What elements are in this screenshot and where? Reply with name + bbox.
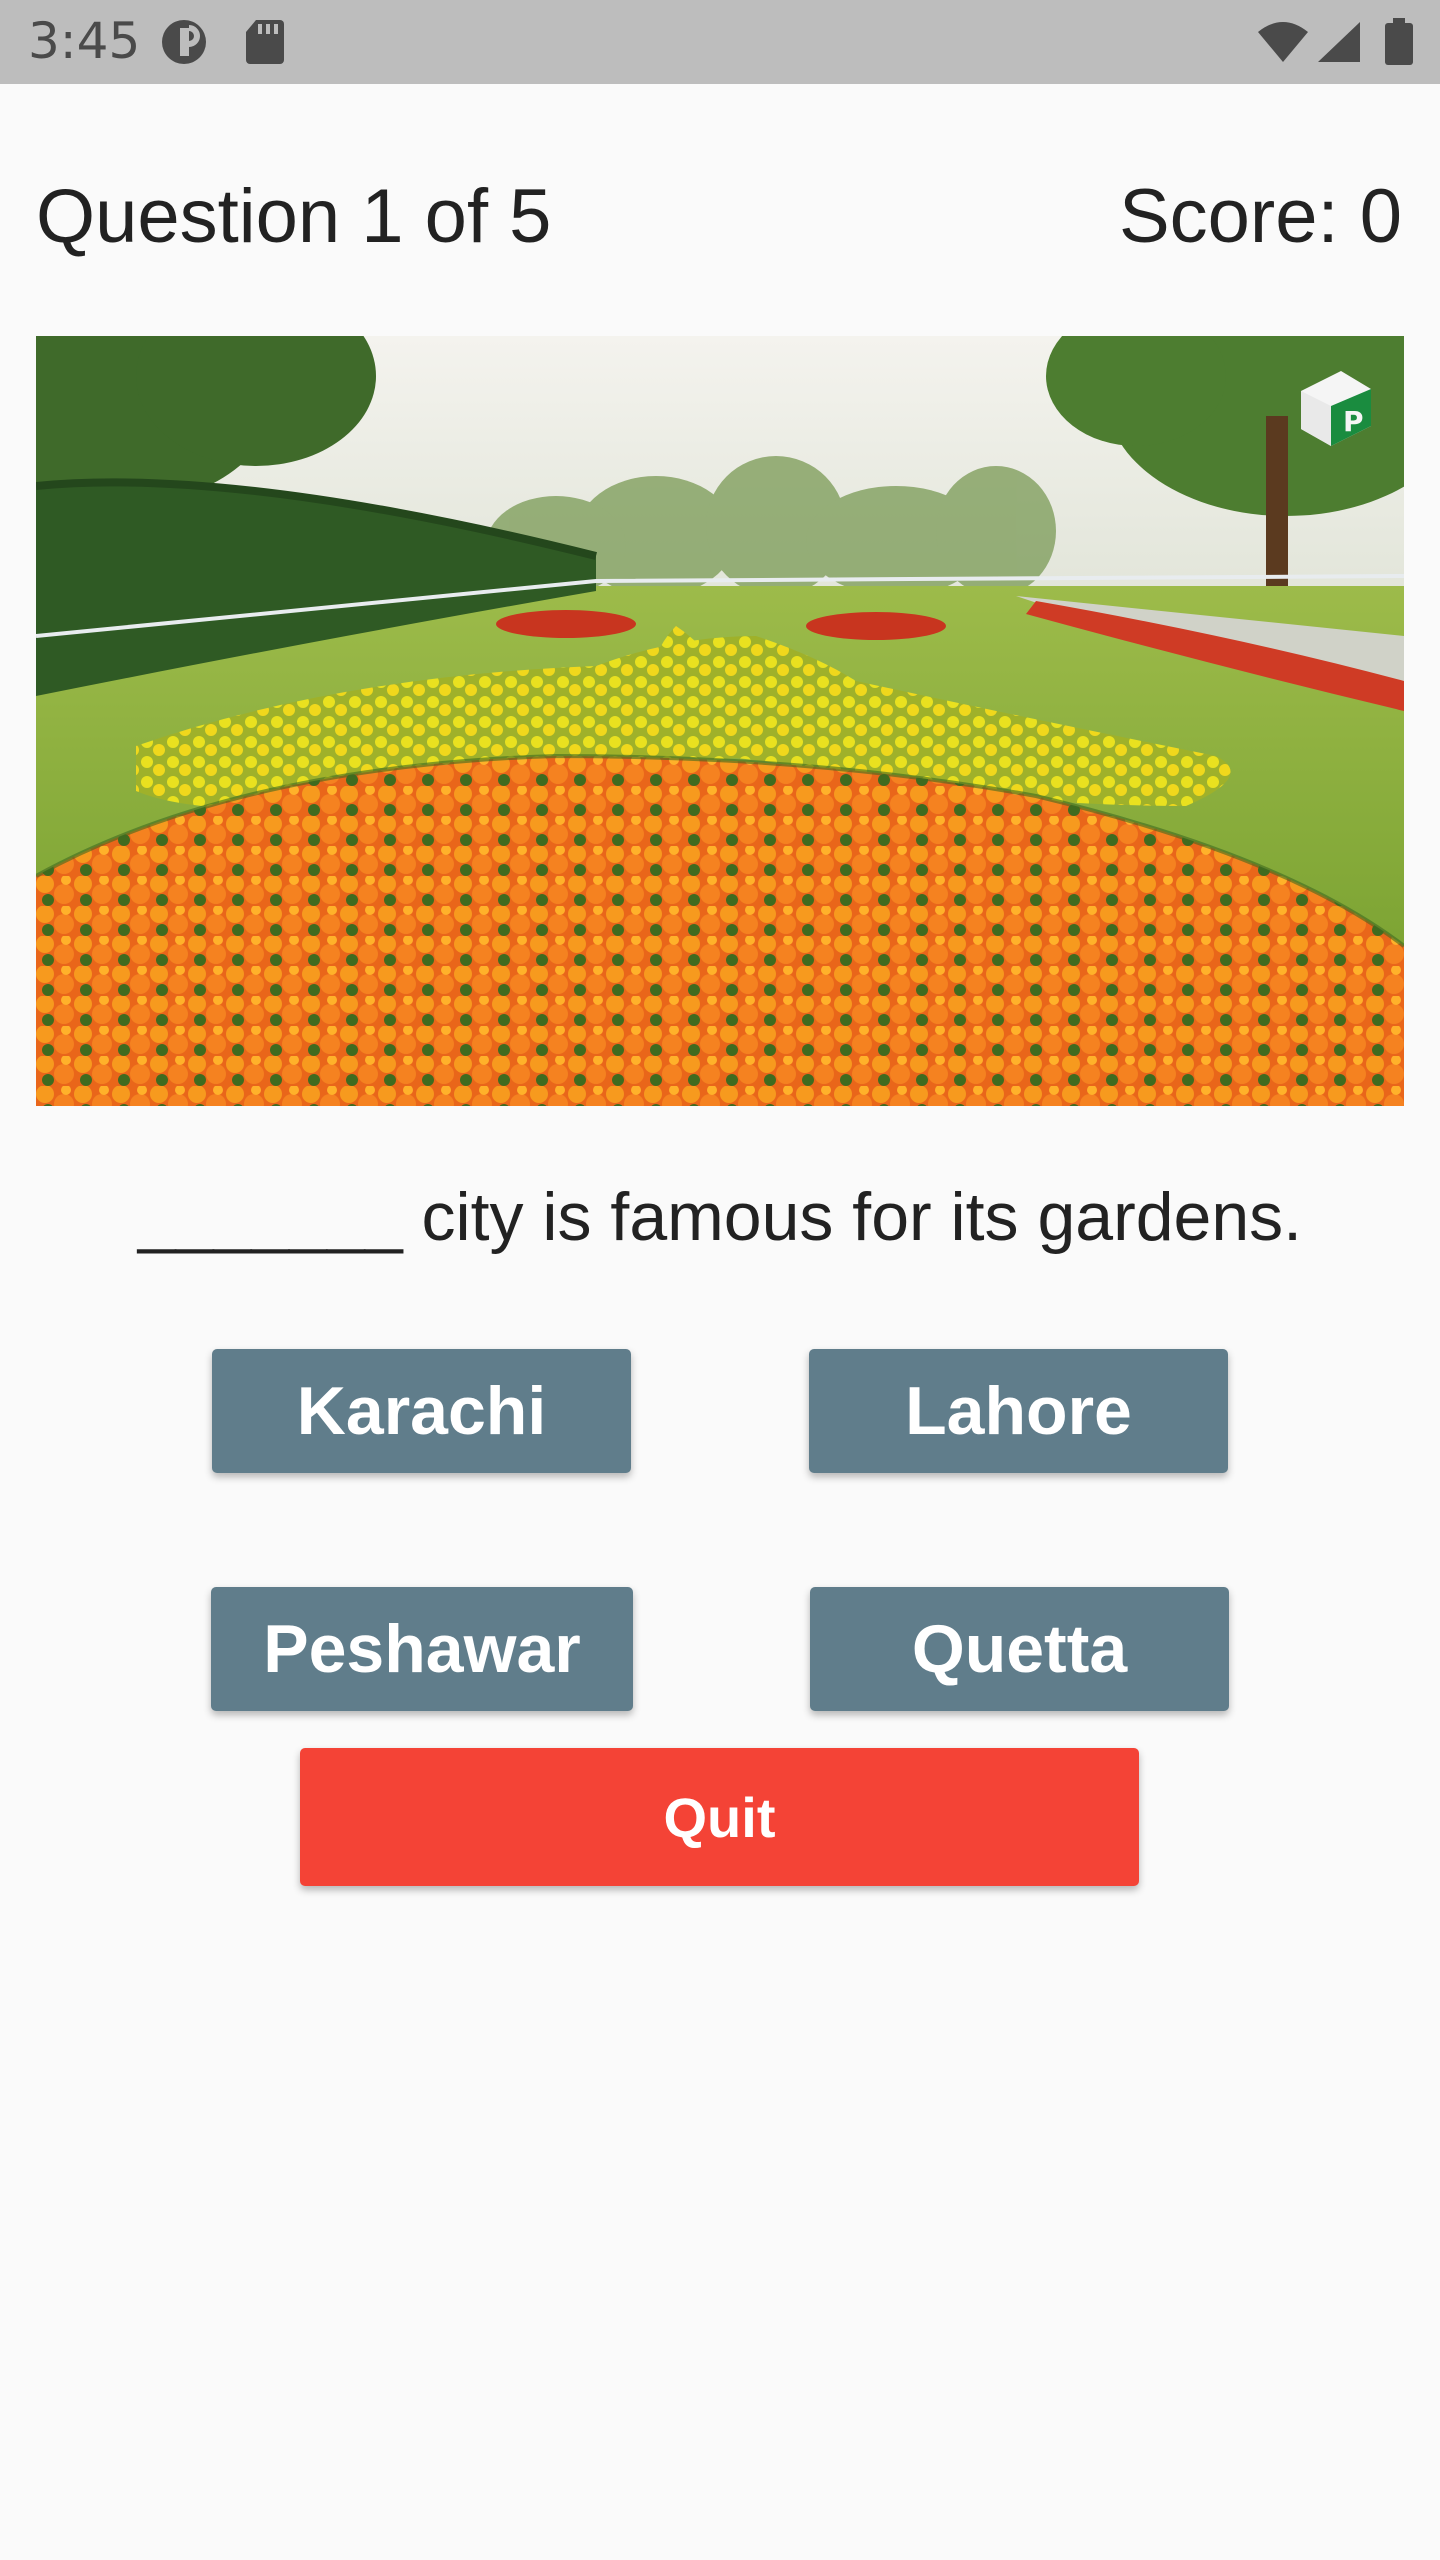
battery-icon xyxy=(1384,18,1414,71)
status-time: 3:45 xyxy=(28,12,141,70)
score-label: Score: 0 xyxy=(1118,174,1402,259)
app-notification-icon xyxy=(160,18,212,71)
cell-signal-icon xyxy=(1316,20,1362,69)
svg-text:P: P xyxy=(1343,405,1364,438)
question-image: P xyxy=(36,336,1404,1106)
wifi-icon xyxy=(1256,20,1310,69)
question-counter: Question 1 of 5 xyxy=(36,174,552,259)
sd-card-icon xyxy=(244,18,286,71)
option-button-lahore[interactable]: Lahore xyxy=(809,1349,1228,1473)
question-text: _______ city is famous for its gardens. xyxy=(137,1179,1303,1255)
option-button-peshawar[interactable]: Peshawar xyxy=(211,1587,633,1711)
option-button-karachi[interactable]: Karachi xyxy=(212,1349,631,1473)
option-button-quetta[interactable]: Quetta xyxy=(810,1587,1229,1711)
quit-button[interactable]: Quit xyxy=(300,1748,1139,1886)
status-bar: 3:45 xyxy=(0,0,1440,84)
